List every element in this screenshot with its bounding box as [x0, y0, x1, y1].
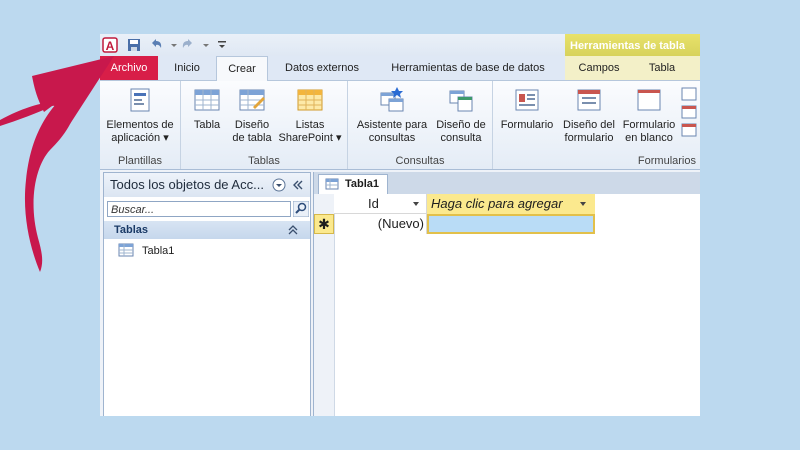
query-wizard-label: Asistente para consultas [356, 119, 428, 144]
cell-new-field[interactable] [427, 214, 595, 234]
group-forms: Formulario Diseño del formulario Formula… [493, 81, 700, 169]
svg-text:A: A [106, 39, 115, 53]
tab-home[interactable]: Inicio [162, 56, 212, 80]
sharepoint-lists-button[interactable]: Listas SharePoint ▾ [275, 85, 345, 145]
search-input[interactable]: Buscar... [107, 201, 291, 217]
document-tab-tabla1[interactable]: Tabla1 [318, 174, 388, 194]
form-label: Formulario [500, 119, 554, 131]
blank-form-button[interactable]: Formulario en blanco [619, 85, 679, 145]
nav-pane-title: Todos los objetos de Acc... [110, 177, 264, 192]
sharepoint-lists-label: Listas SharePoint ▾ [278, 119, 342, 144]
tab-create[interactable]: Crear [216, 56, 268, 81]
nav-pane-header[interactable]: Todos los objetos de Acc... [104, 173, 310, 197]
group-forms-label: Formularios [637, 155, 696, 167]
form-button[interactable]: Formulario [495, 85, 559, 132]
redo-dropdown-icon[interactable] [198, 37, 214, 53]
query-design-label: Diseño de consulta [436, 119, 486, 144]
query-design-icon [449, 90, 473, 112]
search-icon[interactable] [293, 201, 309, 217]
column-header-add[interactable]: Haga clic para agregar [427, 194, 595, 214]
application-parts-icon [130, 88, 150, 112]
navigation-pane: Todos los objetos de Acc... Buscar... Ta… [103, 172, 311, 416]
table-icon [325, 178, 339, 190]
context-header: Herramientas de tabla [565, 34, 700, 56]
cell-new-id[interactable]: (Nuevo) [334, 214, 427, 234]
form-design-label: Diseño del formulario [563, 119, 615, 144]
undo-icon[interactable] [148, 37, 164, 53]
table-design-label: Diseño de tabla [232, 119, 272, 144]
query-design-button[interactable]: Diseño de consulta [432, 85, 490, 145]
new-record-marker: ✱ [314, 214, 334, 234]
blank-form-icon [637, 89, 661, 111]
tab-file[interactable]: Archivo [100, 56, 158, 80]
application-parts-button[interactable]: Elementos de aplicación ▾ [104, 85, 176, 145]
sharepoint-lists-icon [297, 89, 323, 111]
column-add-label: Haga clic para agregar [431, 196, 563, 211]
blank-form-label: Formulario en blanco [622, 119, 676, 144]
form-icon [515, 89, 539, 111]
query-wizard-button[interactable]: Asistente para consultas [352, 85, 432, 145]
document-area: Tabla1 Id Haga clic para agregar ✱ (Nuev… [313, 172, 700, 416]
group-queries-label: Consultas [395, 155, 445, 167]
save-icon[interactable] [126, 37, 142, 53]
collapse-pane-icon[interactable] [292, 179, 304, 191]
column-header-id[interactable]: Id [334, 194, 427, 214]
nav-item-label: Tabla1 [142, 245, 175, 257]
more-forms-icon[interactable] [681, 87, 697, 139]
nav-menu-dropdown-icon[interactable] [272, 178, 286, 192]
tab-fields[interactable]: Campos [565, 56, 633, 80]
table-icon [194, 89, 220, 111]
section-label: Tablas [114, 224, 149, 236]
table-design-button[interactable]: Diseño de tabla [229, 85, 275, 145]
chevron-up-icon[interactable] [288, 225, 298, 235]
document-tab-label: Tabla1 [345, 178, 380, 190]
table-button[interactable]: Tabla [185, 85, 229, 132]
group-queries: Asistente para consultas Diseño de consu… [348, 81, 493, 169]
access-logo-icon: A [102, 37, 118, 53]
context-tabs: Campos Tabla [565, 56, 700, 80]
ribbon: Elementos de aplicación ▾ Plantillas Tab… [100, 81, 700, 170]
column-id-dropdown-icon[interactable] [412, 201, 420, 207]
form-design-icon [577, 89, 601, 111]
group-tables-label: Tablas [248, 155, 280, 167]
group-tables: Tabla Diseño de tabla Listas SharePoint … [181, 81, 348, 169]
access-window: A Herramientas de tabla Archivo Inicio C… [100, 34, 700, 416]
customize-toolbar-icon[interactable] [214, 37, 230, 53]
redo-icon[interactable] [180, 37, 196, 53]
document-tab-bar: Tabla1 [314, 172, 700, 194]
application-parts-label: Elementos de aplicación ▾ [106, 119, 174, 144]
table-design-icon [239, 89, 265, 111]
tab-database-tools[interactable]: Herramientas de base de datos [380, 56, 556, 80]
form-design-button[interactable]: Diseño del formulario [557, 85, 621, 145]
tab-table[interactable]: Tabla [633, 56, 691, 80]
tab-external-data[interactable]: Datos externos [274, 56, 370, 80]
ribbon-tab-bar: Archivo Inicio Crear Datos externos Herr… [100, 56, 700, 81]
group-templates-label: Plantillas [117, 155, 163, 167]
column-add-dropdown-icon[interactable] [579, 201, 587, 207]
table-icon [118, 243, 134, 257]
table-label: Tabla [193, 119, 221, 131]
section-header-tables[interactable]: Tablas [104, 221, 310, 239]
quick-access-toolbar: A Herramientas de tabla [100, 34, 700, 56]
column-id-label: Id [368, 196, 379, 211]
group-templates: Elementos de aplicación ▾ Plantillas [100, 81, 181, 169]
query-wizard-icon [380, 87, 404, 112]
